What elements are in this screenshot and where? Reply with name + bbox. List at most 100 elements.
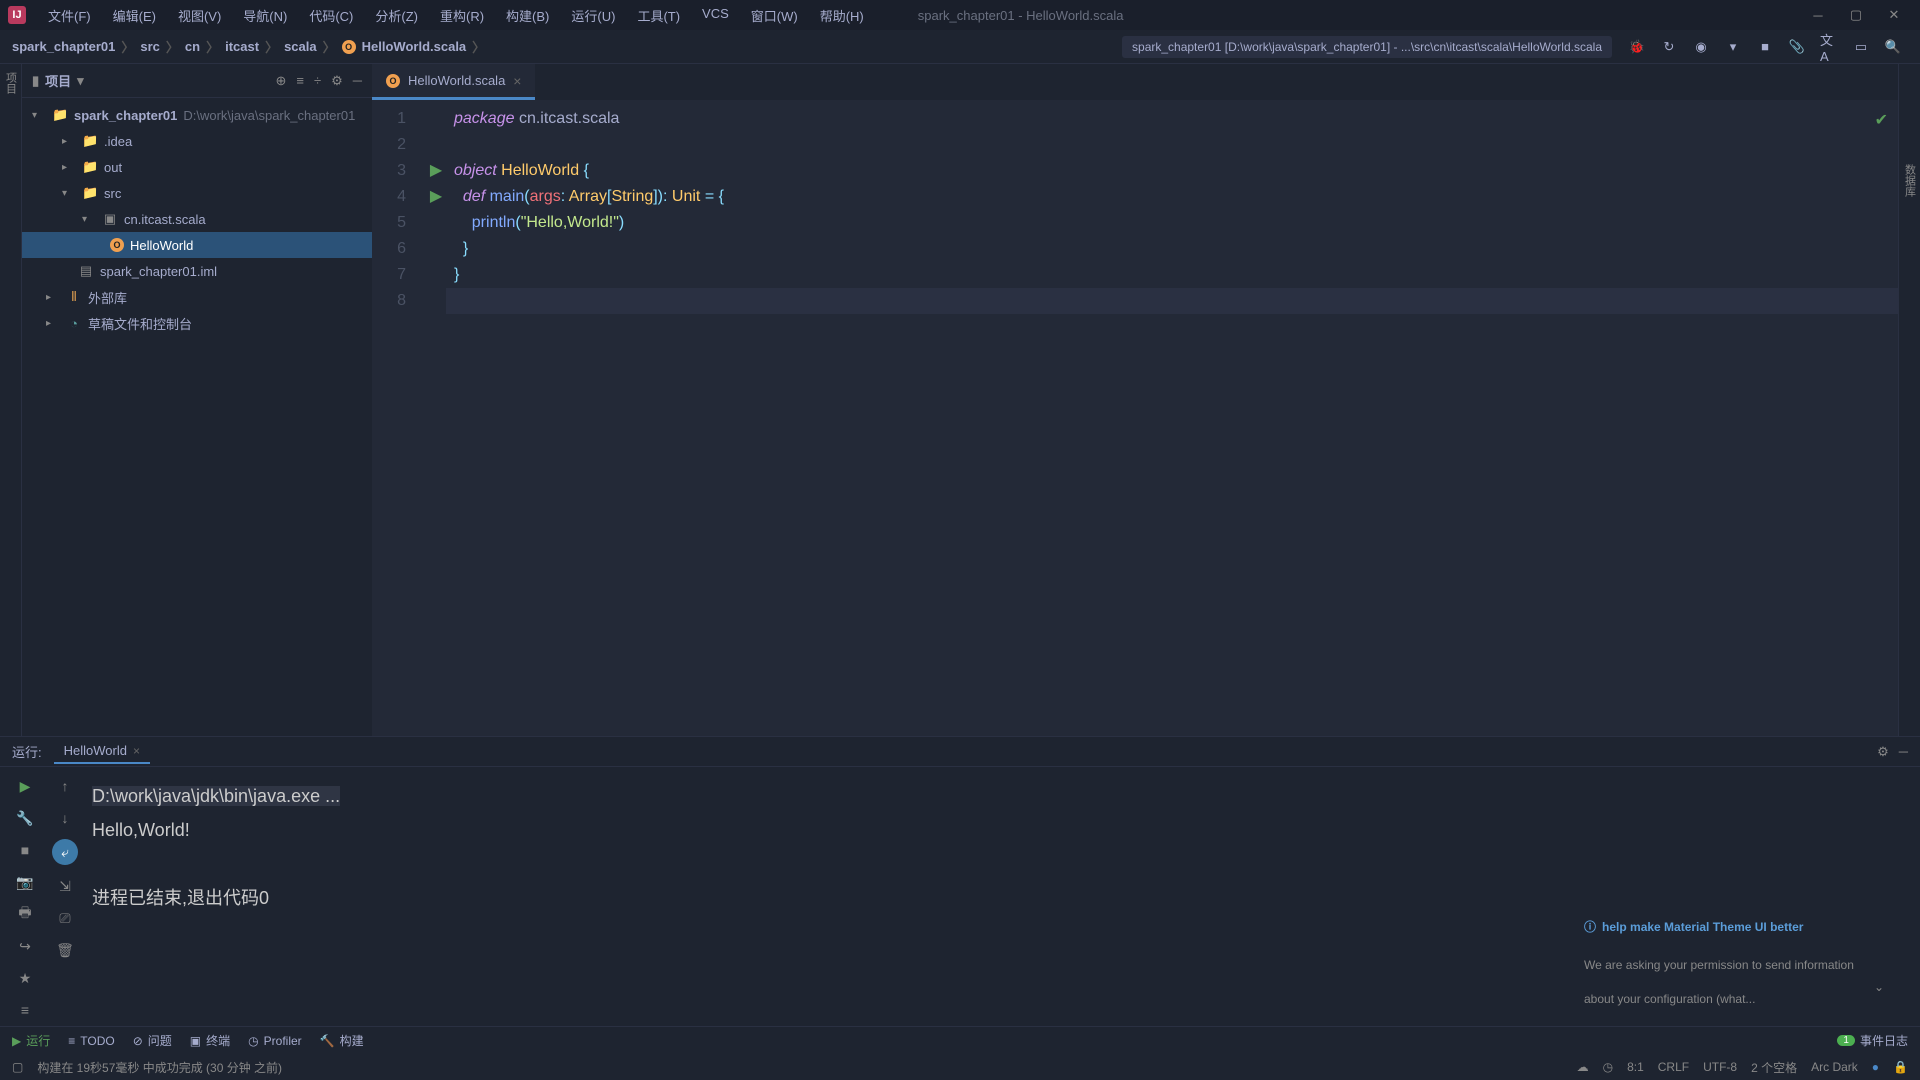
tree-src[interactable]: ▾📁src (22, 180, 372, 206)
cursor-pos[interactable]: 8:1 (1627, 1060, 1644, 1074)
tree-scratches[interactable]: ▸◔草稿文件和控制台 (22, 310, 372, 336)
tab-label: HelloWorld.scala (408, 73, 505, 88)
lock-icon[interactable]: 🔒 (1893, 1060, 1908, 1074)
camera-icon[interactable]: 📷 (14, 871, 36, 893)
menu-file[interactable]: 文件(F) (38, 2, 101, 29)
softwrap-icon[interactable]: ⤶ (52, 839, 78, 865)
trash-icon[interactable]: 🗑 (54, 939, 76, 961)
print-icon[interactable]: 🖶 (14, 903, 36, 925)
run-gutter-icon[interactable]: ▶ (426, 158, 446, 184)
gear-icon[interactable]: ⚙ (331, 73, 343, 89)
run-tool-window: 运行: HelloWorld × ⚙ ─ ▶ 🔧 ■ 📷 🖶 ↪ ★ ≡ (0, 736, 1920, 1026)
profile-icon[interactable]: ◉ (1692, 38, 1710, 56)
collapse-icon[interactable]: ÷ (314, 73, 321, 89)
menu-refactor[interactable]: 重构(R) (430, 2, 494, 29)
wrench-icon[interactable]: 🔧 (14, 807, 36, 829)
down-icon[interactable]: ↓ (54, 807, 76, 829)
toggle-icon[interactable]: ▢ (12, 1060, 23, 1074)
star-icon[interactable]: ★ (14, 967, 36, 989)
translate-icon[interactable]: 文A (1820, 38, 1838, 56)
cloud-icon[interactable]: ☁ (1577, 1060, 1589, 1074)
maximize-icon[interactable]: ▢ (1846, 5, 1866, 25)
project-tree: ▾📁 spark_chapter01 D:\work\java\spark_ch… (22, 98, 372, 736)
gear-icon[interactable]: ⚙ (1877, 744, 1889, 760)
tab-run[interactable]: ▶ 运行 (12, 1032, 50, 1049)
menu-edit[interactable]: 编辑(E) (103, 2, 166, 29)
tab-events[interactable]: 1 事件日志 (1837, 1032, 1908, 1049)
minimize-icon[interactable]: ─ (1808, 5, 1828, 25)
close-icon[interactable]: ✕ (1884, 5, 1904, 25)
tab-todo[interactable]: ≡ TODO (68, 1034, 114, 1048)
bc-cn[interactable]: cn (185, 39, 200, 54)
indent[interactable]: 2 个空格 (1751, 1059, 1797, 1076)
line-gutter: 12345678 (372, 100, 426, 736)
clock-icon[interactable]: ◷ (1603, 1060, 1613, 1074)
tab-problems[interactable]: ⊘ 问题 (133, 1032, 172, 1049)
chevron-down-icon[interactable]: ⌄ (1874, 970, 1884, 1004)
build-status: 构建在 19秒57毫秒 中成功完成 (30 分钟 之前) (37, 1059, 282, 1076)
theme[interactable]: Arc Dark (1811, 1060, 1858, 1074)
target-icon[interactable]: ⊕ (275, 73, 286, 89)
path-tooltip: spark_chapter01 [D:\work\java\spark_chap… (1122, 36, 1612, 58)
hide-icon[interactable]: ─ (1899, 744, 1908, 760)
clear-icon[interactable]: ⎚ (54, 907, 76, 929)
search-icon[interactable]: 🔍 (1884, 38, 1902, 56)
debug-icon[interactable]: 🐞 (1628, 38, 1646, 56)
scroll-icon[interactable]: ⇲ (54, 875, 76, 897)
menu-build[interactable]: 构建(B) (496, 2, 559, 29)
dropdown-icon[interactable]: ▾ (77, 73, 84, 89)
run-gutter-icon[interactable]: ▶ (426, 184, 446, 210)
bc-scala[interactable]: scala (284, 39, 317, 54)
bc-project[interactable]: spark_chapter01 (12, 39, 115, 54)
title-bar: IJ 文件(F) 编辑(E) 视图(V) 导航(N) 代码(C) 分析(Z) 重… (0, 0, 1920, 30)
encoding[interactable]: UTF-8 (1703, 1060, 1737, 1074)
expand-icon[interactable]: ≡ (296, 73, 304, 89)
attach-icon[interactable]: 📎 (1788, 38, 1806, 56)
menu-tools[interactable]: 工具(T) (627, 2, 690, 29)
notification[interactable]: ⓘhelp make Material Theme UI better We a… (1584, 910, 1884, 1016)
close-run-tab-icon[interactable]: × (133, 744, 140, 758)
project-tool-tab[interactable]: 项目 (3, 72, 19, 94)
menu-run[interactable]: 运行(U) (561, 2, 625, 29)
stop-icon[interactable]: ■ (14, 839, 36, 861)
coverage-icon[interactable]: ↻ (1660, 38, 1678, 56)
run-tab-helloworld[interactable]: HelloWorld × (54, 739, 150, 764)
menu-help[interactable]: 帮助(H) (810, 2, 874, 29)
tab-terminal[interactable]: ▣ 终端 (190, 1032, 230, 1049)
menu-vcs[interactable]: VCS (692, 2, 739, 29)
menu-analyze[interactable]: 分析(Z) (365, 2, 428, 29)
menu-window[interactable]: 窗口(W) (741, 2, 808, 29)
exit-icon[interactable]: ↪ (14, 935, 36, 957)
menu-code[interactable]: 代码(C) (299, 2, 363, 29)
tree-package[interactable]: ▾▣cn.itcast.scala (22, 206, 372, 232)
tree-iml[interactable]: ▤spark_chapter01.iml (22, 258, 372, 284)
bc-file[interactable]: HelloWorld.scala (362, 39, 467, 54)
menu-navigate[interactable]: 导航(N) (233, 2, 297, 29)
database-tool-tab[interactable]: 数据库 (1902, 164, 1918, 197)
up-icon[interactable]: ↑ (54, 775, 76, 797)
tree-external-libs[interactable]: ▸⫴外部库 (22, 284, 372, 310)
split-icon[interactable]: ▭ (1852, 38, 1870, 56)
tree-root[interactable]: ▾📁 spark_chapter01 D:\work\java\spark_ch… (22, 102, 372, 128)
hide-icon[interactable]: ─ (353, 73, 362, 89)
console-output[interactable]: D:\work\java\jdk\bin\java.exe ... Hello,… (80, 767, 1920, 1026)
menu-view[interactable]: 视图(V) (168, 2, 231, 29)
code-editor[interactable]: 12345678 ▶▶ package cn.itcast.scala obje… (372, 100, 1898, 736)
line-sep[interactable]: CRLF (1658, 1060, 1689, 1074)
tree-helloworld[interactable]: OHelloWorld (22, 232, 372, 258)
tree-out[interactable]: ▸📁out (22, 154, 372, 180)
tree-idea[interactable]: ▸📁.idea (22, 128, 372, 154)
bc-src[interactable]: src (140, 39, 160, 54)
sidebar-title: 项目 (45, 71, 71, 90)
stop-icon[interactable]: ■ (1756, 38, 1774, 56)
code-body[interactable]: package cn.itcast.scala object HelloWorl… (446, 100, 1898, 736)
chevron-down-icon[interactable]: ▾ (1724, 38, 1742, 56)
tab-profiler[interactable]: ◷ Profiler (248, 1034, 302, 1048)
close-tab-icon[interactable]: × (513, 73, 521, 89)
avatar-icon[interactable]: ● (1872, 1060, 1879, 1074)
rerun-icon[interactable]: ▶ (14, 775, 36, 797)
tab-build[interactable]: 🔨 构建 (320, 1032, 364, 1049)
editor-tab-helloworld[interactable]: O HelloWorld.scala × (372, 64, 535, 100)
bc-itcast[interactable]: itcast (225, 39, 259, 54)
more-icon[interactable]: ≡ (14, 999, 36, 1021)
